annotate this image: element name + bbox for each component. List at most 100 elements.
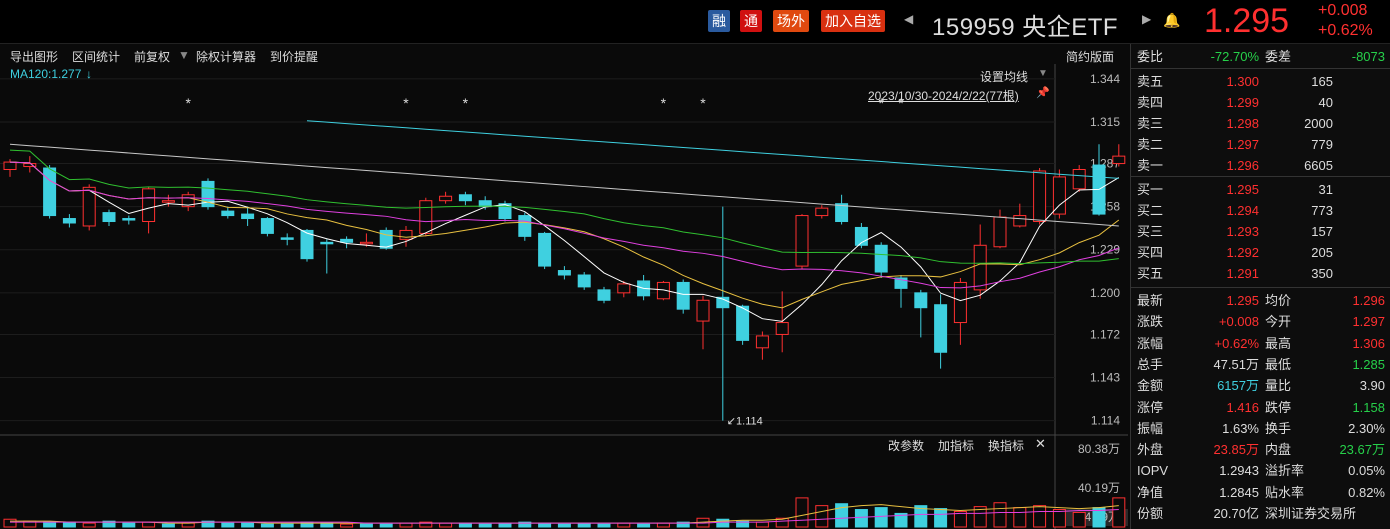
ask-volume: 6605 <box>1304 158 1333 173</box>
stat-label: 涨停 <box>1137 399 1164 415</box>
candle-body <box>676 281 690 310</box>
date-range-label[interactable]: 2023/10/30-2024/2/22(77根) <box>868 87 1019 104</box>
volume-bar <box>637 523 651 528</box>
stat-value: 0.05% <box>1348 463 1385 479</box>
pin-icon[interactable]: 📌 <box>1036 86 1050 99</box>
stat-label: 总手 <box>1137 356 1164 372</box>
volume-bar <box>755 521 769 528</box>
chevron-down-icon[interactable]: ▼ <box>178 48 190 62</box>
candle-body <box>815 207 829 217</box>
connect-badge[interactable]: 通 <box>740 10 762 32</box>
event-star: * <box>403 95 409 111</box>
volume-bar <box>399 522 413 528</box>
simple-layout-button[interactable]: 简约版面 <box>1066 48 1114 65</box>
ask-volume: 779 <box>1311 137 1333 152</box>
volume-bar <box>3 518 17 528</box>
prev-stock-icon[interactable]: ◀ <box>904 12 913 26</box>
kline-chart[interactable]: 1.3441.3151.2871.2581.2291.2001.1721.143… <box>0 64 1128 529</box>
stock-title: 159959 央企ETF <box>932 14 1119 41</box>
y-tick-label: 1.200 <box>1090 286 1120 300</box>
volume-bar <box>795 497 809 528</box>
down-arrow-icon: ↓ <box>86 67 92 81</box>
volume-bar <box>597 523 611 528</box>
candle-body <box>775 322 789 335</box>
bid-price: 1.295 <box>1226 182 1259 197</box>
add-indicator-button[interactable]: 加指标 <box>938 437 974 454</box>
close-icon[interactable]: ✕ <box>1035 436 1046 452</box>
volume-bar <box>617 522 631 528</box>
stat-value: 47.51万 <box>1213 356 1259 372</box>
event-star: * <box>700 95 706 111</box>
bid-row: 买五 1.291 350 <box>1131 263 1390 284</box>
ask-volume: 40 <box>1318 95 1333 110</box>
volume-bar <box>458 522 472 528</box>
ask-price: 1.298 <box>1226 116 1259 131</box>
stat-value: 1.63% <box>1222 420 1259 436</box>
candle-body <box>399 229 413 240</box>
ask-label: 卖四 <box>1137 95 1164 110</box>
candle-body <box>260 218 274 234</box>
volume-bar <box>934 508 948 528</box>
ex-rights-calc-button[interactable]: 除权计算器 <box>196 48 256 65</box>
stat-row: IOPV 1.2943 溢折率 0.05% <box>1131 460 1390 481</box>
add-watchlist-button[interactable]: 加入自选 <box>821 10 885 32</box>
chevron-down-icon[interactable]: ▼ <box>1038 68 1048 79</box>
stat-label: 内盘 <box>1265 442 1292 458</box>
alert-bell-icon[interactable]: 🔔 <box>1163 12 1180 29</box>
ask-label: 卖五 <box>1137 74 1164 89</box>
vol-tick-label: 40.19万 <box>1078 481 1120 495</box>
otc-badge[interactable]: 场外 <box>773 10 809 32</box>
volume-bar <box>1052 509 1066 528</box>
adjust-dropdown[interactable]: 前复权 <box>134 48 170 65</box>
vol-tick-label: 80.38万 <box>1078 442 1120 456</box>
stat-value: 23.85万 <box>1213 442 1259 458</box>
stat-label: 净值 <box>1137 484 1164 500</box>
ask-price: 1.299 <box>1226 95 1259 110</box>
stat-label: 金额 <box>1137 378 1164 394</box>
candle-body <box>874 244 888 273</box>
stat-row: 外盘 23.85万 内盘 23.67万 <box>1131 439 1390 460</box>
ask-volume: 165 <box>1311 74 1333 89</box>
candle-body <box>122 218 136 221</box>
stat-value: 3.90 <box>1359 378 1385 394</box>
set-ma-button[interactable]: 设置均线 <box>980 68 1028 85</box>
stat-row: 金额 6157万 量比 3.90 <box>1131 375 1390 396</box>
bid-price: 1.294 <box>1226 203 1259 218</box>
ask-volume: 2000 <box>1304 116 1333 131</box>
candle-body <box>161 200 175 203</box>
candle-body <box>1072 169 1086 190</box>
bid-row: 买四 1.292 205 <box>1131 242 1390 263</box>
bid-label: 买五 <box>1137 266 1164 281</box>
bid-row: 买二 1.294 773 <box>1131 200 1390 221</box>
margin-badge[interactable]: 融 <box>708 10 730 32</box>
stat-label: 跌停 <box>1265 399 1292 415</box>
volume-bar <box>874 507 888 528</box>
ask-label: 卖三 <box>1137 116 1164 131</box>
price-alert-button[interactable]: 到价提醒 <box>270 48 318 65</box>
volume-bar <box>379 523 393 528</box>
volume-bar <box>498 522 512 528</box>
stat-row: 份额 20.70亿 深圳证券交易所 <box>1131 503 1390 524</box>
bid-label: 买一 <box>1137 182 1164 197</box>
bid-volume: 205 <box>1311 245 1333 260</box>
bid-row: 买一 1.295 31 <box>1131 179 1390 200</box>
volume-bar <box>241 522 255 528</box>
candle-body <box>795 215 809 267</box>
change-params-button[interactable]: 改参数 <box>888 437 924 454</box>
price-change: +0.008 <box>1318 2 1368 19</box>
candle-body <box>953 281 967 324</box>
stat-label: 最高 <box>1265 335 1292 351</box>
ask-row: 卖四 1.299 40 <box>1131 92 1390 113</box>
interval-stat-button[interactable]: 区间统计 <box>72 48 120 65</box>
candle-body <box>597 289 611 301</box>
next-stock-icon[interactable]: ▶ <box>1142 12 1151 26</box>
candle-body <box>914 292 928 309</box>
y-tick-label: 1.344 <box>1090 72 1120 86</box>
stat-value: 23.67万 <box>1339 442 1385 458</box>
event-star: * <box>661 95 667 111</box>
swap-indicator-button[interactable]: 换指标 <box>988 437 1024 454</box>
ask-price: 1.300 <box>1226 74 1259 89</box>
export-chart-button[interactable]: 导出图形 <box>10 48 58 65</box>
ask-row: 卖一 1.296 6605 <box>1131 155 1390 176</box>
bid-volume: 773 <box>1311 203 1333 218</box>
